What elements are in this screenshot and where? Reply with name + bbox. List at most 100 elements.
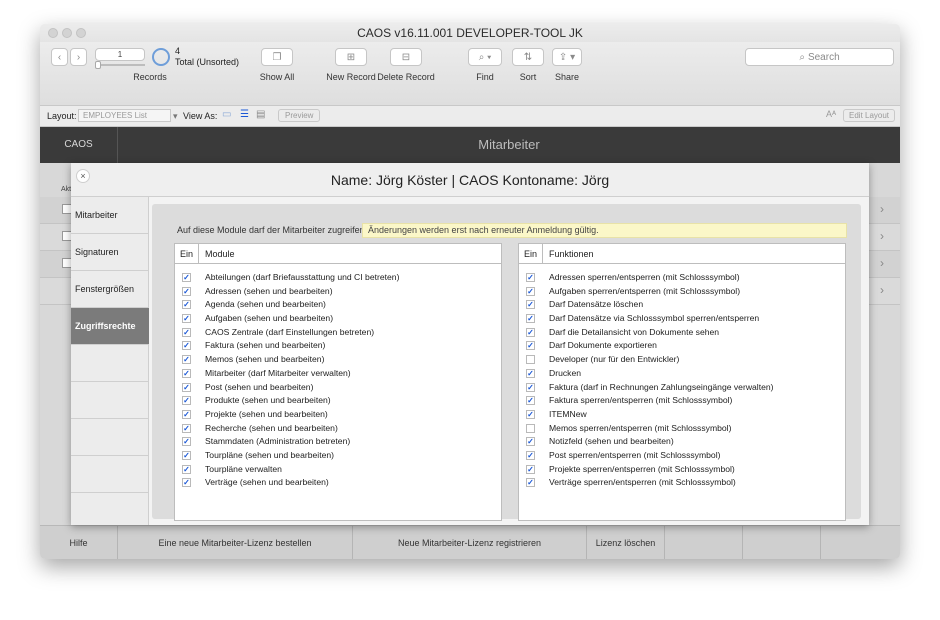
layout-label: Layout:	[47, 111, 77, 121]
permission-checkbox[interactable]	[526, 355, 535, 365]
permission-checkbox[interactable]: ✓	[182, 478, 191, 488]
permission-label: Darf Datensätze löschen	[549, 299, 644, 310]
delete-record-button[interactable]: ⊟	[390, 48, 422, 66]
permission-checkbox[interactable]: ✓	[526, 286, 535, 296]
permission-label: CAOS Zentrale (darf Einstellungen betret…	[205, 326, 375, 337]
layout-select[interactable]: EMPLOYEES List	[78, 109, 171, 122]
permission-checkbox[interactable]: ✓	[182, 450, 191, 460]
previous-record-button[interactable]: ‹	[51, 48, 68, 66]
permission-checkbox[interactable]: ✓	[526, 464, 535, 474]
record-number-input[interactable]: 1	[95, 48, 145, 61]
sidebar-empty-slot	[71, 419, 149, 456]
delete-record-label: Delete Record	[377, 72, 435, 82]
dialog-content: Auf diese Module darf der Mitarbeiter zu…	[149, 197, 869, 525]
minimize-window-button[interactable]	[62, 28, 72, 38]
dialog-close-button[interactable]: ×	[76, 169, 90, 183]
permission-checkbox[interactable]: ✓	[182, 409, 191, 419]
checkmark-icon: ✓	[527, 286, 534, 296]
checkmark-icon: ✓	[183, 286, 190, 296]
access-label: Auf diese Module darf der Mitarbeiter zu…	[177, 225, 368, 235]
sidebar-item-mitarbeiter[interactable]: Mitarbeiter	[71, 197, 149, 234]
permission-checkbox[interactable]: ✓	[526, 300, 535, 310]
permission-checkbox[interactable]: ✓	[182, 300, 191, 310]
sidebar-item-zugriffsrechte[interactable]: Zugriffsrechte	[71, 308, 149, 345]
permission-checkbox[interactable]: ✓	[526, 273, 535, 282]
permission-checkbox[interactable]	[526, 423, 535, 433]
table-row: ✓ Mitarbeiter (darf Mitarbeiter verwalten…	[175, 367, 501, 381]
permission-checkbox[interactable]: ✓	[182, 368, 191, 378]
permission-label: Agenda (sehen und bearbeiten)	[205, 299, 326, 310]
table-row: ✓ Tourpläne verwalten	[175, 463, 501, 477]
new-record-button[interactable]: ⊞	[335, 48, 367, 66]
app-name: CAOS	[40, 127, 118, 163]
permission-checkbox[interactable]: ✓	[182, 423, 191, 433]
table-view-icon[interactable]: ▤	[256, 109, 265, 120]
permission-checkbox[interactable]: ✓	[182, 437, 191, 447]
permission-checkbox[interactable]: ✓	[182, 286, 191, 296]
table-row: ✓ Memos (sehen und bearbeiten)	[175, 353, 501, 367]
order-license-button[interactable]: Eine neue Mitarbeiter-Lizenz bestellen	[118, 526, 353, 559]
permission-checkbox[interactable]: ✓	[182, 273, 191, 282]
permission-checkbox[interactable]: ✓	[182, 327, 191, 337]
column-header-enabled: Ein	[519, 244, 543, 264]
records-status: Total (Unsorted)	[175, 57, 240, 67]
permission-label: Tourpläne verwalten	[205, 463, 282, 474]
column-hint: Akt	[61, 186, 72, 193]
permission-label: Produkte (sehen und bearbeiten)	[205, 395, 331, 406]
checkmark-icon: ✓	[527, 464, 534, 474]
zoom-window-button[interactable]	[76, 28, 86, 38]
bottom-bar-slot	[821, 526, 900, 559]
list-view-icon[interactable]: ☰	[240, 109, 249, 120]
form-view-icon[interactable]: ▭	[222, 109, 231, 120]
permission-label: Adressen sperren/entsperren (mit Schloss…	[549, 272, 740, 282]
search-icon: ⌕	[799, 51, 805, 63]
permission-checkbox[interactable]: ✓	[526, 314, 535, 324]
permission-checkbox[interactable]: ✓	[182, 341, 191, 351]
close-window-button[interactable]	[48, 28, 58, 38]
dialog-header: Name: Jörg Köster | CAOS Kontoname: Jörg	[71, 163, 869, 197]
functions-rows: ✓ Adressen sperren/entsperren (mit Schlos…	[519, 271, 845, 490]
checkmark-icon: ✓	[183, 423, 190, 433]
table-row: ✓ Adressen sperren/entsperren (mit Schlos…	[519, 271, 845, 285]
permission-checkbox[interactable]: ✓	[526, 409, 535, 419]
font-size-icon[interactable]: Aᴬ	[826, 109, 836, 119]
permission-checkbox[interactable]: ✓	[526, 368, 535, 378]
permission-checkbox[interactable]: ✓	[182, 355, 191, 365]
permission-checkbox[interactable]: ✓	[526, 396, 535, 406]
sort-button[interactable]: ⇅	[512, 48, 544, 66]
register-license-button[interactable]: Neue Mitarbeiter-Lizenz registrieren	[353, 526, 587, 559]
permission-checkbox[interactable]: ✓	[182, 382, 191, 392]
permission-checkbox[interactable]: ✓	[182, 464, 191, 474]
help-button[interactable]: Hilfe	[40, 526, 118, 559]
bottom-bar-slot	[665, 526, 743, 559]
sidebar-item-fenstergroessen[interactable]: Fenstergrößen	[71, 271, 149, 308]
delete-license-button[interactable]: Lizenz löschen	[587, 526, 665, 559]
share-label: Share	[554, 72, 580, 82]
permission-checkbox[interactable]: ✓	[526, 450, 535, 460]
share-button[interactable]: ⇪ ▾	[552, 48, 582, 66]
permission-label: Darf Dokumente exportieren	[549, 340, 657, 351]
record-slider-handle[interactable]	[95, 61, 101, 69]
sidebar-item-signaturen[interactable]: Signaturen	[71, 234, 149, 271]
table-row: Memos sperren/entsperren (mit Schlosssym…	[519, 422, 845, 436]
edit-layout-button[interactable]: Edit Layout	[843, 109, 896, 122]
permission-checkbox[interactable]: ✓	[526, 327, 535, 337]
permission-checkbox[interactable]: ✓	[526, 478, 535, 488]
table-row: ✓ Darf Datensätze via Schlosssymbol sperr…	[519, 312, 845, 326]
show-all-button[interactable]: ❐	[261, 48, 293, 66]
next-record-button[interactable]: ›	[70, 48, 87, 66]
record-slider[interactable]	[95, 61, 145, 69]
permission-checkbox[interactable]: ✓	[526, 437, 535, 447]
permission-checkbox[interactable]: ✓	[182, 396, 191, 406]
search-field[interactable]: ⌕ Search	[745, 48, 894, 66]
checkmark-icon: ✓	[527, 409, 534, 419]
table-row: Developer (nur für den Entwickler)	[519, 353, 845, 367]
preview-button[interactable]: Preview	[278, 109, 321, 122]
permission-checkbox[interactable]: ✓	[526, 382, 535, 392]
permission-checkbox[interactable]: ✓	[182, 314, 191, 324]
permission-checkbox[interactable]: ✓	[526, 341, 535, 351]
table-row: ✓ Projekte (sehen und bearbeiten)	[175, 408, 501, 422]
find-button[interactable]: ⌕ ▾	[468, 48, 502, 66]
table-row: ✓ Darf die Detailansicht von Dokumente se…	[519, 326, 845, 340]
checkmark-icon: ✓	[183, 437, 190, 447]
